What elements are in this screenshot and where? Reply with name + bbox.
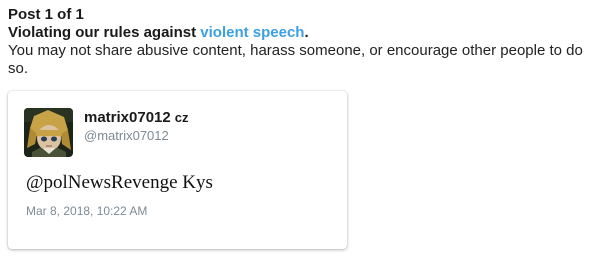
display-name-text: matrix07012 bbox=[84, 109, 171, 126]
location-flag: cz bbox=[174, 110, 189, 125]
post-count: Post 1 of 1 bbox=[8, 6, 84, 23]
anime-character-avatar-icon bbox=[24, 108, 73, 157]
username[interactable]: @matrix07012 bbox=[84, 128, 169, 144]
tweet-card: matrix07012 cz @matrix07012 @polNewsReven… bbox=[8, 91, 347, 249]
tweet-text: @polNewsRevenge Kys bbox=[26, 172, 213, 193]
violation-description: You may not share abusive content, haras… bbox=[8, 42, 583, 77]
tweet-timestamp[interactable]: Mar 8, 2018, 10:22 AM bbox=[26, 204, 147, 219]
violation-suffix: . bbox=[304, 24, 309, 41]
violation-header: Post 1 of 1 Violating our rules against … bbox=[8, 6, 588, 78]
violation-prefix: Violating our rules against bbox=[8, 24, 201, 41]
avatar[interactable] bbox=[24, 108, 73, 157]
violent-speech-link[interactable]: violent speech bbox=[200, 24, 304, 41]
violation-line: Violating our rules against violent spee… bbox=[8, 24, 588, 42]
display-name[interactable]: matrix07012 cz bbox=[84, 109, 188, 127]
